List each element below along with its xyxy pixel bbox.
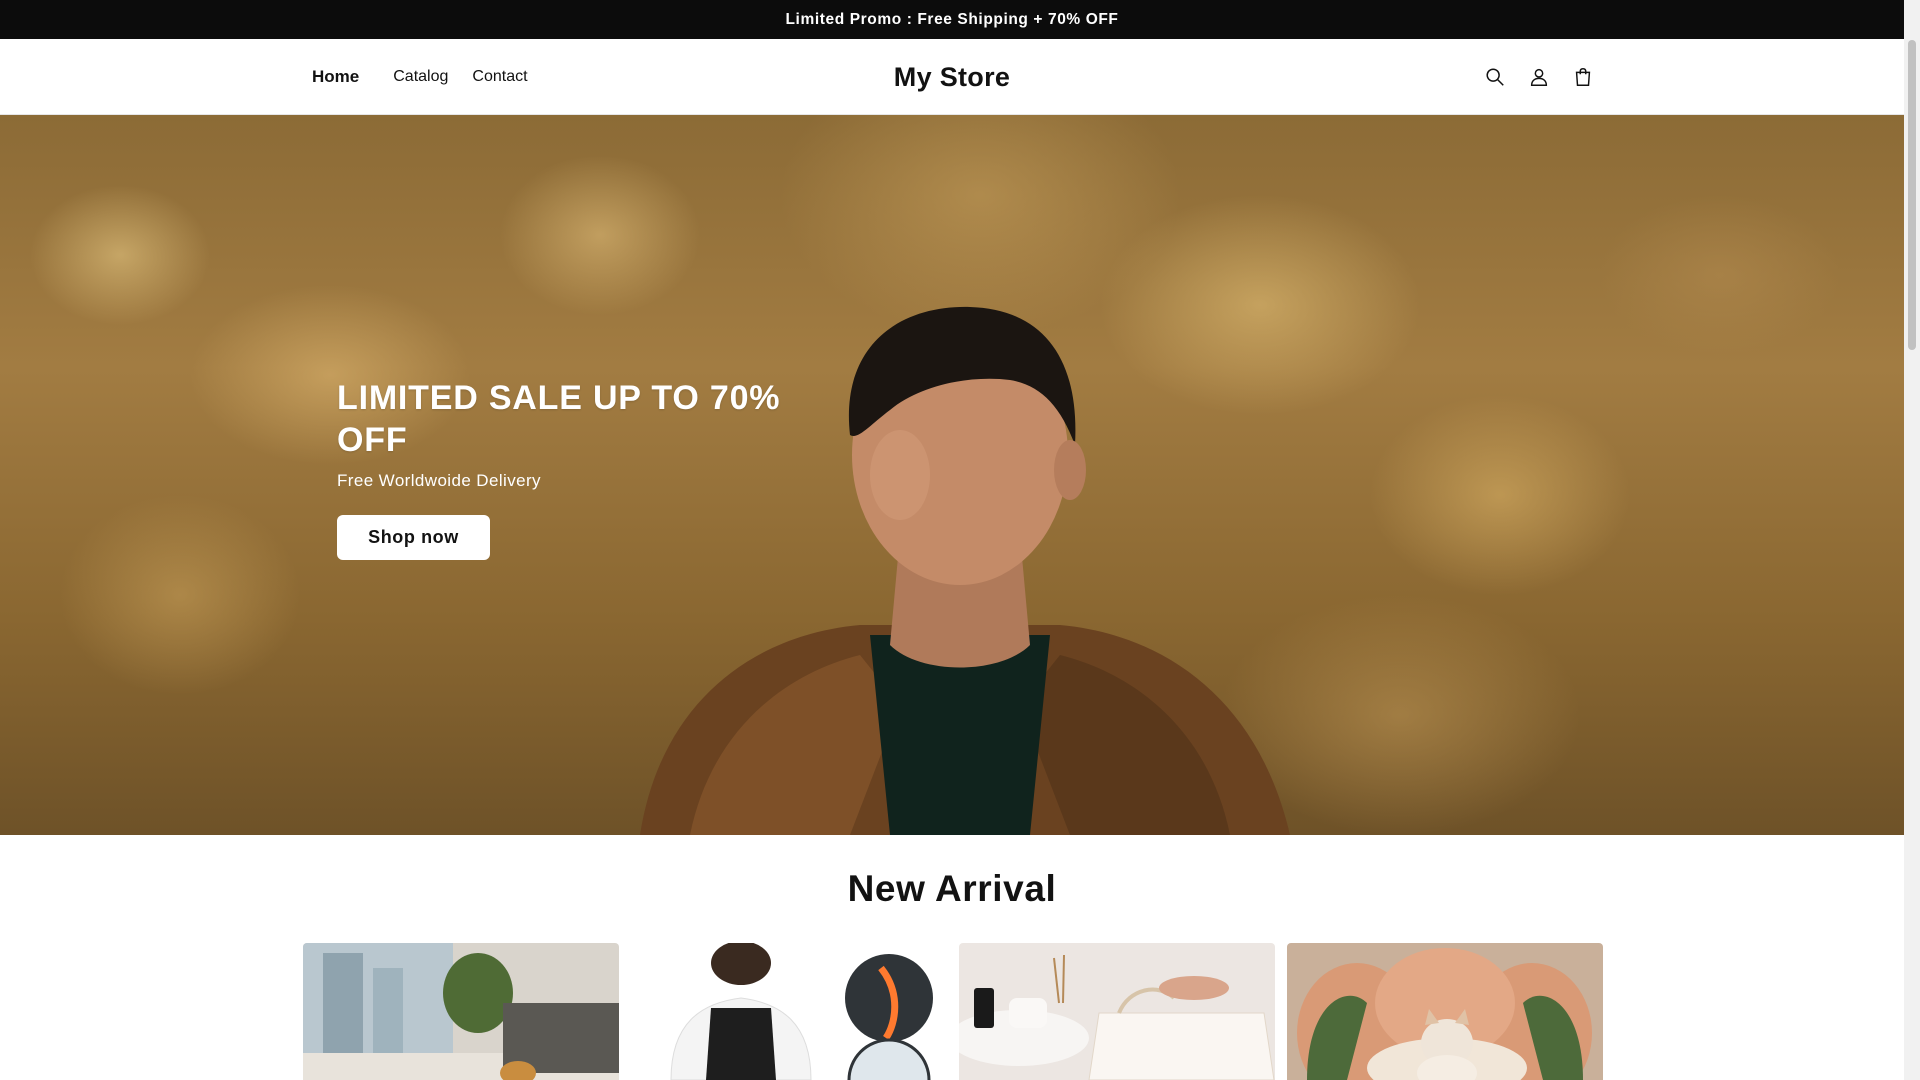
cart-button[interactable] — [1568, 62, 1598, 92]
product-card[interactable] — [631, 943, 947, 1080]
cart-icon — [1575, 68, 1591, 86]
new-arrival-title: New Arrival — [847, 868, 1057, 909]
product-card[interactable] — [303, 943, 619, 1080]
page-scrollbar[interactable] — [1904, 0, 1920, 1080]
nav-link-home[interactable]: Home — [312, 67, 359, 87]
product-card[interactable] — [1287, 943, 1603, 1080]
store-logo-text[interactable]: My Store — [894, 62, 1010, 93]
product-grid — [303, 943, 1603, 1080]
hero-content: LIMITED SALE UP TO 70% OFF Free Worldwoi… — [337, 377, 797, 560]
search-button[interactable] — [1480, 62, 1510, 92]
search-icon — [1486, 68, 1504, 86]
store-logo: My Store — [0, 39, 1904, 115]
main-nav: Home Catalog Contact — [312, 39, 528, 115]
nav-link-contact[interactable]: Contact — [472, 68, 527, 86]
account-icon — [1530, 68, 1548, 86]
site-header: Home Catalog Contact My Store — [0, 39, 1904, 115]
account-button[interactable] — [1524, 62, 1554, 92]
scrollbar-thumb[interactable] — [1908, 40, 1916, 350]
cat-bed-image — [1287, 943, 1603, 1080]
shop-now-button[interactable]: Shop now — [337, 515, 490, 560]
nav-link-catalog[interactable]: Catalog — [393, 68, 448, 86]
hero-subtitle: Free Worldwoide Delivery — [337, 471, 541, 490]
hero-title: LIMITED SALE UP TO 70% OFF — [337, 379, 781, 459]
hero-banner: LIMITED SALE UP TO 70% OFF Free Worldwoi… — [0, 115, 1904, 835]
announcement-text: Limited Promo : Free Shipping + 70% OFF — [785, 10, 1119, 28]
makeup-bag-image — [959, 943, 1275, 1080]
header-icons — [1480, 39, 1598, 115]
announcement-bar: Limited Promo : Free Shipping + 70% OFF — [0, 0, 1904, 39]
living-room-dog-image — [303, 943, 619, 1080]
product-card[interactable] — [959, 943, 1275, 1080]
posture-corrector-image — [631, 943, 947, 1080]
